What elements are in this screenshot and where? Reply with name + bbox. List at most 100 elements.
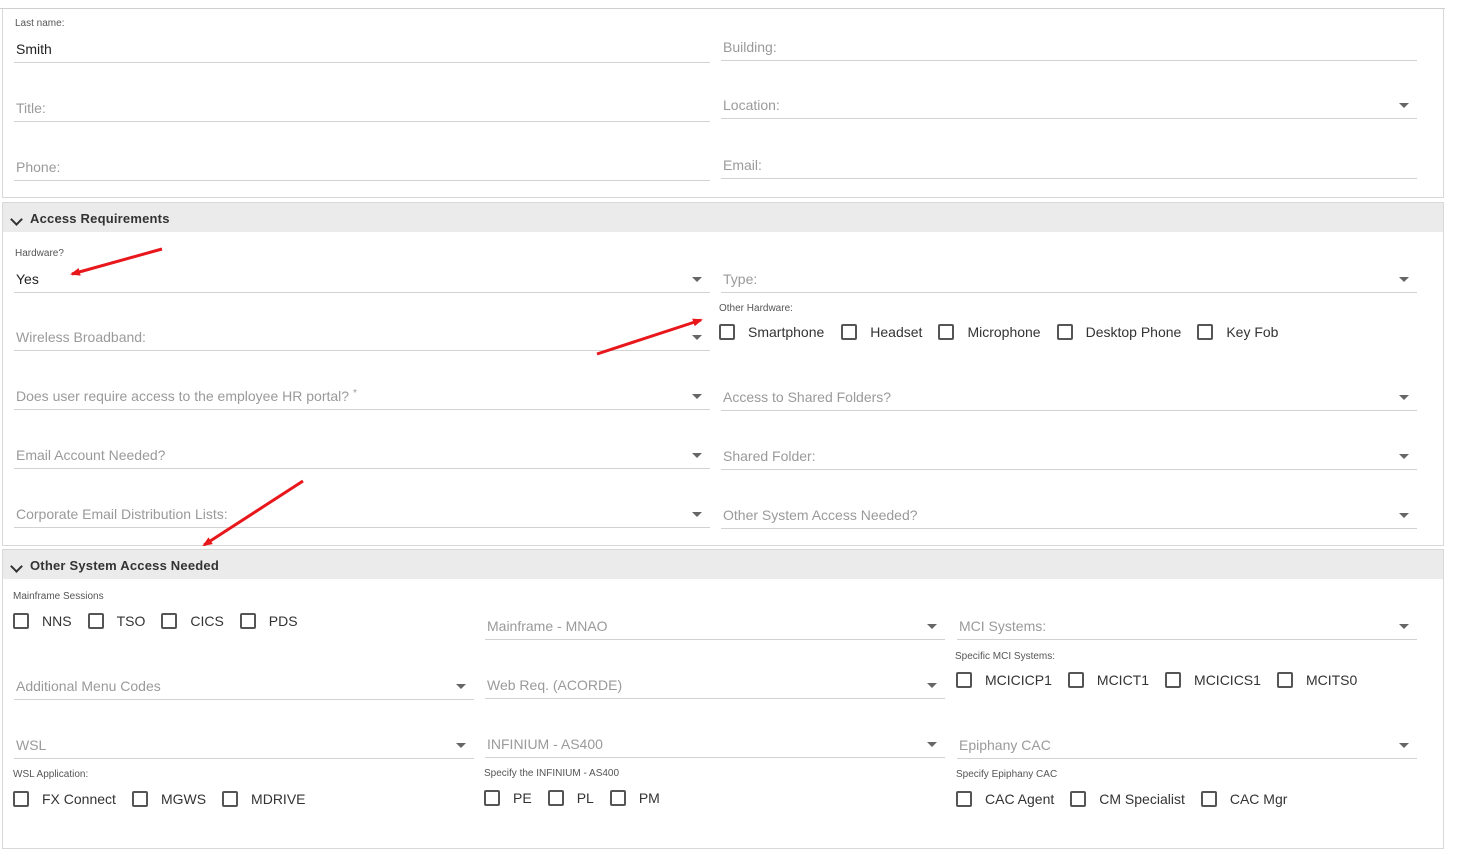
smartphone-option[interactable]: Smartphone [719, 321, 824, 343]
chevron-down-icon [10, 560, 23, 573]
epiphany-cac-placeholder: Epiphany CAC [959, 737, 1051, 753]
mcict1-option[interactable]: MCICT1 [1067, 669, 1150, 691]
hr-portal-caret-icon [692, 394, 702, 399]
desktop-phone-label: Desktop Phone [1085, 324, 1182, 340]
epiphany-caret-icon [1399, 743, 1409, 748]
mcict1-checkbox[interactable] [1067, 672, 1084, 688]
cac-mgr-checkbox[interactable] [1200, 791, 1217, 807]
headset-option[interactable]: Headset [841, 321, 922, 343]
shared-folders-access-select[interactable]: Access to Shared Folders? [721, 383, 1417, 411]
key-fob-option[interactable]: Key Fob [1197, 321, 1278, 343]
pe-checkbox[interactable] [484, 790, 500, 806]
nns-option[interactable]: NNS [13, 610, 72, 632]
mcict1-label: MCICT1 [1096, 672, 1150, 688]
cics-label: CICS [190, 613, 224, 629]
distribution-caret-icon [692, 512, 702, 517]
mdrive-option[interactable]: MDRIVE [222, 788, 306, 810]
pl-option[interactable]: PL [547, 787, 594, 809]
pe-option[interactable]: PE [484, 787, 532, 809]
mcicicp1-checkbox[interactable] [956, 672, 972, 688]
cics-checkbox[interactable] [161, 613, 178, 629]
mci-systems-placeholder: MCI Systems: [959, 618, 1047, 634]
pl-checkbox[interactable] [547, 790, 564, 806]
cics-option[interactable]: CICS [161, 610, 224, 632]
nns-checkbox[interactable] [13, 613, 29, 629]
access-requirements-title: Access Requirements [30, 211, 170, 226]
menu-codes-select[interactable]: Additional Menu Codes [14, 672, 474, 700]
email-account-select[interactable]: Email Account Needed? [14, 441, 710, 469]
mgws-checkbox[interactable] [131, 791, 148, 807]
distribution-lists-placeholder: Corporate Email Distribution Lists: [16, 506, 228, 522]
wireless-broadband-select[interactable]: Wireless Broadband: [14, 323, 710, 351]
menu-codes-caret-icon [456, 684, 466, 689]
type-select[interactable]: Type: [721, 265, 1417, 293]
hr-portal-select[interactable]: Does user require access to the employee… [14, 382, 710, 410]
desktop-phone-option[interactable]: Desktop Phone [1056, 321, 1182, 343]
microphone-option[interactable]: Microphone [938, 321, 1041, 343]
other-system-access-select[interactable]: Other System Access Needed? [721, 501, 1417, 529]
mcits0-checkbox[interactable] [1276, 672, 1293, 688]
hr-portal-placeholder: Does user require access to the employee… [16, 388, 357, 404]
wsl-caret-icon [456, 743, 466, 748]
email-placeholder: Email: [723, 157, 762, 173]
mcits0-option[interactable]: MCITS0 [1276, 669, 1357, 691]
mcicicp1-option[interactable]: MCICICP1 [956, 669, 1052, 691]
shared-folder-select[interactable]: Shared Folder: [721, 442, 1417, 470]
pm-checkbox[interactable] [609, 790, 626, 806]
fx-connect-option[interactable]: FX Connect [13, 788, 116, 810]
fx-connect-checkbox[interactable] [13, 791, 29, 807]
microphone-checkbox[interactable] [938, 324, 955, 340]
mdrive-checkbox[interactable] [222, 791, 239, 807]
wsl-placeholder: WSL [16, 737, 47, 753]
other-system-access-card: Other System Access Needed Mainframe Ses… [2, 549, 1444, 849]
key-fob-checkbox[interactable] [1197, 324, 1214, 340]
wsl-application-checkboxes: FX Connect MGWS MDRIVE [13, 788, 322, 810]
access-requirements-header[interactable]: Access Requirements [3, 203, 1443, 232]
mcicics1-option[interactable]: MCICICS1 [1165, 669, 1261, 691]
cm-specialist-checkbox[interactable] [1070, 791, 1087, 807]
mainframe-mnao-select[interactable]: Mainframe - MNAO [485, 612, 945, 640]
smartphone-checkbox[interactable] [719, 324, 735, 340]
other-system-access-header[interactable]: Other System Access Needed [3, 550, 1443, 579]
headset-checkbox[interactable] [841, 324, 858, 340]
building-field[interactable]: Building: [721, 33, 1417, 61]
distribution-lists-select[interactable]: Corporate Email Distribution Lists: [14, 500, 710, 528]
tso-option[interactable]: TSO [87, 610, 145, 632]
shared-folders-access-placeholder: Access to Shared Folders? [723, 389, 892, 405]
mcicics1-checkbox[interactable] [1165, 672, 1182, 688]
mainframe-sessions-label: Mainframe Sessions [13, 591, 104, 602]
top-divider [0, 0, 1445, 9]
infinium-select[interactable]: INFINIUM - AS400 [485, 730, 945, 758]
pm-option[interactable]: PM [609, 787, 660, 809]
wsl-select[interactable]: WSL [14, 731, 474, 759]
cac-mgr-option[interactable]: CAC Mgr [1200, 788, 1287, 810]
last-name-field[interactable]: Smith [14, 35, 710, 63]
title-placeholder: Title: [16, 100, 46, 116]
location-placeholder: Location: [723, 97, 780, 113]
mci-systems-select[interactable]: MCI Systems: [957, 612, 1417, 640]
cac-agent-checkbox[interactable] [956, 791, 972, 807]
other-system-caret-icon [1399, 513, 1409, 518]
desktop-phone-checkbox[interactable] [1056, 324, 1073, 340]
location-select[interactable]: Location: [721, 91, 1417, 119]
cac-agent-option[interactable]: CAC Agent [956, 788, 1054, 810]
web-req-select[interactable]: Web Req. (ACORDE) [485, 671, 945, 699]
epiphany-cac-select[interactable]: Epiphany CAC [957, 731, 1417, 759]
phone-field[interactable]: Phone: [14, 153, 710, 181]
infinium-specify-label: Specify the INFINIUM - AS400 [484, 768, 620, 779]
cm-specialist-option[interactable]: CM Specialist [1070, 788, 1185, 810]
hardware-select[interactable]: Yes [14, 265, 710, 293]
hardware-value: Yes [16, 271, 39, 287]
email-field[interactable]: Email: [721, 151, 1417, 179]
tso-checkbox[interactable] [87, 613, 104, 629]
mgws-option[interactable]: MGWS [131, 788, 206, 810]
title-field[interactable]: Title: [14, 94, 710, 122]
mci-caret-icon [1399, 624, 1409, 629]
other-system-access-placeholder: Other System Access Needed? [723, 507, 918, 523]
pm-label: PM [638, 790, 660, 806]
web-req-placeholder: Web Req. (ACORDE) [487, 677, 623, 693]
other-hardware-label: Other Hardware: [719, 303, 793, 314]
hardware-label: Hardware? [15, 248, 64, 259]
pds-option[interactable]: PDS [239, 610, 298, 632]
pds-checkbox[interactable] [239, 613, 256, 629]
